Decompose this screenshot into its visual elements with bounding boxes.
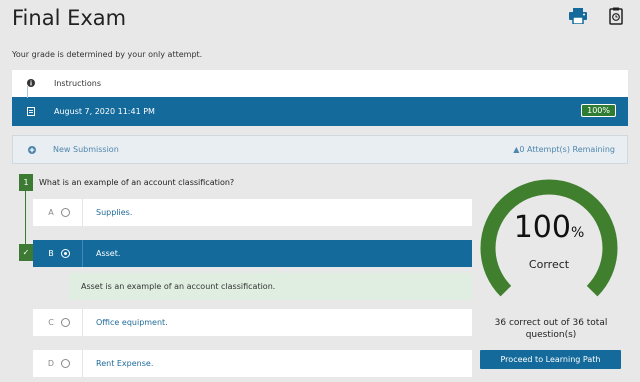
choice-letter: B bbox=[48, 249, 54, 258]
divider bbox=[82, 240, 83, 267]
score-label: Correct bbox=[528, 258, 570, 271]
choice-c[interactable]: C Office equipment. bbox=[33, 309, 472, 336]
attempt-date: August 7, 2020 11:41 PM bbox=[54, 107, 155, 116]
answer-feedback: Asset is an example of an account classi… bbox=[69, 273, 472, 300]
question-number: 1 bbox=[19, 174, 33, 191]
page-title: Final Exam bbox=[12, 6, 127, 30]
choice-d[interactable]: D Rent Expense. bbox=[33, 350, 472, 377]
score-percentage: 100% bbox=[479, 210, 619, 245]
question-timeline-line bbox=[25, 191, 26, 249]
score-gauge bbox=[480, 179, 618, 297]
attempt-row[interactable]: August 7, 2020 11:41 PM 100% bbox=[12, 97, 628, 126]
question-text: What is an example of an account classif… bbox=[39, 178, 235, 187]
document-icon bbox=[24, 107, 38, 116]
divider bbox=[82, 309, 83, 336]
radio-button[interactable] bbox=[61, 249, 70, 258]
clipboard-clock-icon[interactable] bbox=[606, 6, 626, 26]
instructions-row[interactable]: Instructions bbox=[12, 70, 628, 97]
percent-symbol: % bbox=[570, 225, 585, 241]
score-value: 100 bbox=[513, 210, 571, 245]
header-actions bbox=[568, 6, 626, 26]
attempts-remaining-text: 0 Attempt(s) Remaining bbox=[519, 145, 615, 154]
attempts-remaining: ▲0 Attempt(s) Remaining bbox=[513, 145, 615, 154]
plus-circle-icon bbox=[25, 145, 39, 154]
radio-button[interactable] bbox=[61, 208, 70, 217]
choice-text: Supplies. bbox=[96, 208, 133, 217]
attempt-score-badge: 100% bbox=[581, 104, 616, 117]
choice-letter: A bbox=[48, 208, 54, 217]
choice-a[interactable]: A Supplies. bbox=[33, 199, 472, 226]
timeline-connector bbox=[27, 86, 28, 98]
attempts-panel: Instructions August 7, 2020 11:41 PM 100… bbox=[12, 70, 628, 126]
choice-letter: C bbox=[48, 318, 54, 327]
printer-icon[interactable] bbox=[568, 6, 588, 26]
new-submission-label: New Submission bbox=[53, 145, 119, 154]
choice-text: Asset. bbox=[96, 249, 121, 258]
new-submission-bar[interactable]: New Submission ▲0 Attempt(s) Remaining bbox=[12, 135, 628, 164]
divider bbox=[82, 350, 83, 377]
choice-text: Rent Expense. bbox=[96, 359, 154, 368]
choice-letter: D bbox=[47, 359, 55, 368]
score-summary: 36 correct out of 36 total question(s) bbox=[494, 318, 608, 340]
divider bbox=[82, 199, 83, 226]
proceed-learning-path-button[interactable]: Proceed to Learning Path bbox=[480, 350, 621, 369]
radio-button[interactable] bbox=[61, 359, 70, 368]
radio-button[interactable] bbox=[61, 318, 70, 327]
grade-note: Your grade is determined by your only at… bbox=[12, 50, 203, 59]
instructions-label: Instructions bbox=[54, 79, 101, 88]
choice-b[interactable]: B Asset. bbox=[33, 240, 472, 267]
correct-check-icon: ✓ bbox=[19, 244, 33, 261]
choice-text: Office equipment. bbox=[96, 318, 168, 327]
